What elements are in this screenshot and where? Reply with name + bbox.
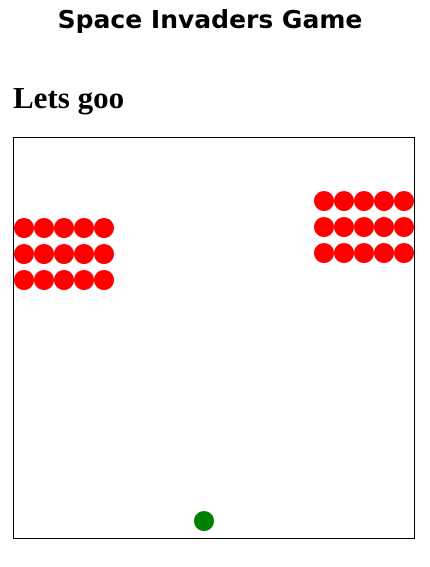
alien (54, 270, 74, 290)
alien (74, 244, 94, 264)
game-board[interactable] (13, 137, 415, 539)
alien (34, 244, 54, 264)
alien (14, 244, 34, 264)
alien (34, 218, 54, 238)
alien-group-left (14, 218, 114, 290)
alien (314, 217, 334, 237)
alien (354, 217, 374, 237)
alien (334, 191, 354, 211)
alien (374, 191, 394, 211)
alien (14, 270, 34, 290)
alien (394, 243, 414, 263)
alien (394, 191, 414, 211)
subtitle: Lets goo (13, 80, 125, 115)
alien (394, 217, 414, 237)
alien (354, 191, 374, 211)
alien (94, 218, 114, 238)
alien (334, 217, 354, 237)
alien (94, 244, 114, 264)
alien-group-right (314, 191, 414, 263)
player-ship[interactable] (194, 511, 214, 531)
alien (314, 243, 334, 263)
alien (34, 270, 54, 290)
alien (334, 243, 354, 263)
alien (54, 218, 74, 238)
alien (74, 270, 94, 290)
alien (14, 218, 34, 238)
page-title: Space Invaders Game (57, 5, 363, 34)
alien (354, 243, 374, 263)
alien (94, 270, 114, 290)
alien (374, 243, 394, 263)
alien (314, 191, 334, 211)
alien (54, 244, 74, 264)
alien (374, 217, 394, 237)
alien (74, 218, 94, 238)
